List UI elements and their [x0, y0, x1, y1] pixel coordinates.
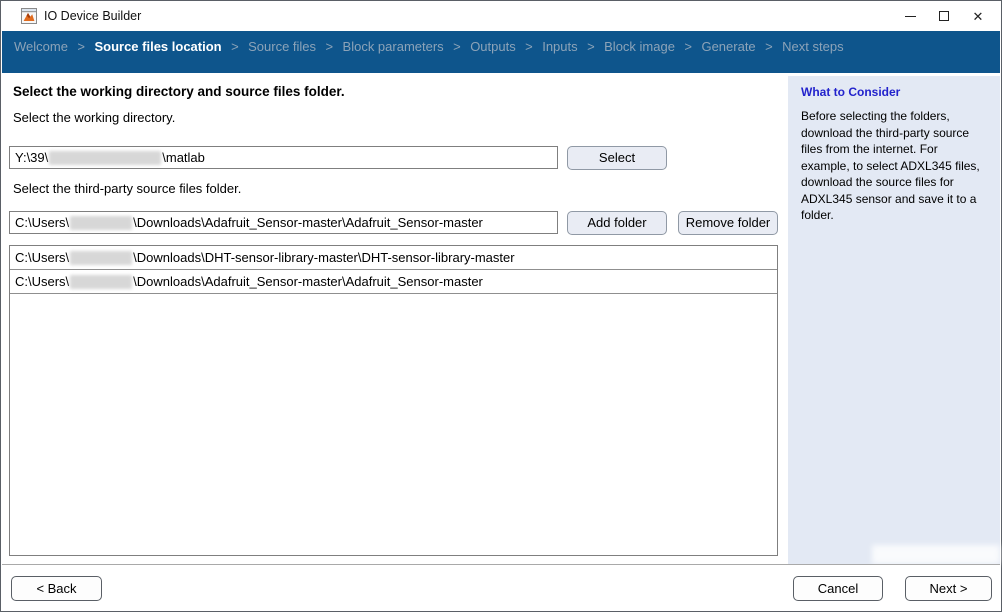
step-next-steps[interactable]: Next steps — [782, 39, 843, 54]
working-directory-value-suffix: \matlab — [162, 150, 205, 165]
source-folder-field[interactable]: C:\Users\ \Downloads\Adafruit_Sensor-mas… — [9, 211, 558, 234]
step-separator: > — [231, 39, 239, 54]
main-content: Select the working directory and source … — [2, 73, 788, 564]
step-separator: > — [765, 39, 773, 54]
step-block-parameters[interactable]: Block parameters — [343, 39, 444, 54]
what-to-consider-text: Before selecting the folders, download t… — [801, 108, 989, 224]
redaction-blur — [70, 216, 132, 230]
add-folder-button[interactable]: Add folder — [567, 211, 667, 235]
title-bar: IO Device Builder ✕ — [2, 1, 1000, 31]
what-to-consider-panel: What to Consider Before selecting the fo… — [788, 76, 1000, 564]
step-welcome[interactable]: Welcome — [14, 39, 68, 54]
working-directory-value-prefix: Y:\39\ — [15, 150, 48, 165]
folder-path-suffix: \Downloads\DHT-sensor-library-master\DHT… — [133, 250, 514, 265]
folder-list-item[interactable]: C:\Users\ \Downloads\Adafruit_Sensor-mas… — [10, 270, 777, 294]
redaction-blur — [70, 251, 132, 265]
page-title: Select the working directory and source … — [13, 84, 345, 99]
cancel-button[interactable]: Cancel — [793, 576, 883, 601]
step-separator: > — [587, 39, 595, 54]
source-folder-value-prefix: C:\Users\ — [15, 215, 69, 230]
footer-bar: < Back Cancel Next > — [2, 564, 1000, 610]
source-folder-value-suffix: \Downloads\Adafruit_Sensor-master\Adafru… — [133, 215, 483, 230]
step-separator: > — [525, 39, 533, 54]
step-separator: > — [684, 39, 692, 54]
redaction-blur — [70, 275, 132, 289]
step-outputs[interactable]: Outputs — [470, 39, 516, 54]
step-block-image[interactable]: Block image — [604, 39, 675, 54]
matlab-app-icon — [21, 8, 37, 24]
folder-path-prefix: C:\Users\ — [15, 250, 69, 265]
working-directory-label: Select the working directory. — [13, 110, 175, 125]
folder-list[interactable]: C:\Users\ \Downloads\DHT-sensor-library-… — [9, 245, 778, 556]
what-to-consider-title: What to Consider — [801, 85, 989, 99]
step-separator: > — [453, 39, 461, 54]
step-separator: > — [325, 39, 333, 54]
folder-list-item[interactable]: C:\Users\ \Downloads\DHT-sensor-library-… — [10, 246, 777, 270]
wizard-steps-bar: Welcome > Source files location > Source… — [2, 31, 1000, 73]
close-button[interactable]: ✕ — [961, 1, 995, 31]
next-button[interactable]: Next > — [905, 576, 992, 601]
step-source-files[interactable]: Source files — [248, 39, 316, 54]
window-title: IO Device Builder — [44, 9, 141, 23]
redaction-blur — [49, 151, 161, 165]
close-icon: ✕ — [973, 10, 984, 23]
back-button[interactable]: < Back — [11, 576, 102, 601]
io-device-builder-window: IO Device Builder ✕ Welcome > Source fil… — [0, 0, 1002, 612]
working-directory-field[interactable]: Y:\39\ \matlab — [9, 146, 558, 169]
step-source-files-location[interactable]: Source files location — [94, 39, 221, 54]
step-inputs[interactable]: Inputs — [542, 39, 577, 54]
folder-path-prefix: C:\Users\ — [15, 274, 69, 289]
folder-path-suffix: \Downloads\Adafruit_Sensor-master\Adafru… — [133, 274, 483, 289]
step-generate[interactable]: Generate — [701, 39, 755, 54]
remove-folder-button[interactable]: Remove folder — [678, 211, 778, 235]
minimize-icon — [905, 16, 916, 17]
redaction-blur — [872, 545, 1000, 564]
maximize-button[interactable] — [927, 1, 961, 31]
maximize-icon — [939, 11, 949, 21]
minimize-button[interactable] — [893, 1, 927, 31]
select-button[interactable]: Select — [567, 146, 667, 170]
window-controls: ✕ — [893, 1, 995, 31]
source-folder-label: Select the third-party source files fold… — [13, 181, 241, 196]
step-separator: > — [77, 39, 85, 54]
